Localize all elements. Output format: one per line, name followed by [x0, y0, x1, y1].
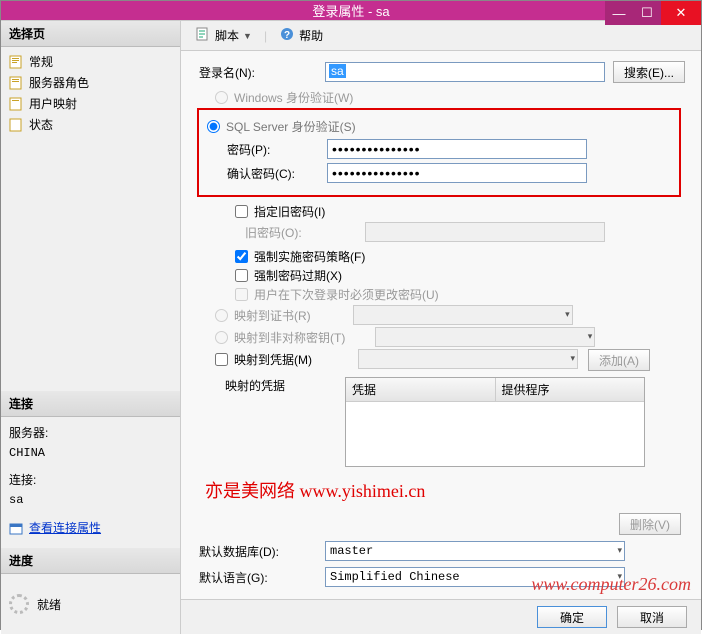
titlebar: 登录属性 - sa — ☐ ✕ [1, 1, 701, 20]
password-label: 密码(P): [207, 141, 327, 158]
help-icon: ? [279, 26, 295, 45]
default-lang-label: 默认语言(G): [195, 569, 325, 586]
cred-select: ▾ [358, 349, 578, 369]
enforce-policy-check[interactable]: 强制实施密码策略(F) [235, 248, 687, 265]
connection-header: 连接 [1, 391, 180, 417]
nav-general[interactable]: 常规 [1, 51, 180, 72]
nav-status[interactable]: 状态 [1, 114, 180, 135]
nav-label: 服务器角色 [29, 74, 89, 91]
login-name-input[interactable]: sa [325, 62, 605, 82]
properties-icon [9, 522, 25, 536]
help-button[interactable]: ?帮助 [273, 24, 329, 47]
confirm-password-label: 确认密码(C): [207, 165, 327, 182]
default-db-select[interactable]: master▾ [325, 541, 625, 561]
nav-label: 常规 [29, 53, 53, 70]
progress-header: 进度 [1, 548, 180, 574]
col-credential: 凭据 [346, 378, 496, 401]
conn-label: 连接: [9, 470, 172, 490]
server-label: 服务器: [9, 423, 172, 443]
script-button[interactable]: 脚本 ▼ [189, 24, 258, 47]
server-value: CHINA [9, 443, 172, 463]
svg-text:?: ? [284, 30, 290, 41]
nav-label: 状态 [29, 116, 53, 133]
old-password-input [365, 222, 605, 242]
old-password-label: 旧密码(O): [195, 224, 365, 241]
conn-value: sa [9, 490, 172, 510]
view-connection-properties-link[interactable]: 查看连接属性 [9, 518, 101, 538]
specify-old-password-check[interactable]: 指定旧密码(I) [235, 203, 687, 220]
sql-auth-radio[interactable]: SQL Server 身份验证(S) [207, 118, 671, 135]
watermark-text: 亦是美网络 www.yishimei.cn [205, 477, 687, 503]
toolbar: 脚本 ▼ | ?帮助 [181, 21, 701, 51]
map-cred-check[interactable]: 映射到凭据(M) [215, 351, 312, 368]
password-input[interactable] [327, 139, 587, 159]
map-cert-radio: 映射到证书(R)▾ [215, 305, 687, 325]
nav-label: 用户映射 [29, 95, 77, 112]
login-properties-dialog: 登录属性 - sa — ☐ ✕ 选择页 常规 服务器角色 用户映射 状态 连接 … [0, 0, 702, 630]
must-change-check: 用户在下次登录时必须更改密码(U) [235, 286, 687, 303]
nav-user-mapping[interactable]: 用户映射 [1, 93, 180, 114]
ok-button[interactable]: 确定 [537, 606, 607, 628]
sidebar: 选择页 常规 服务器角色 用户映射 状态 连接 服务器: CHINA 连接: s… [1, 21, 181, 634]
confirm-password-input[interactable] [327, 163, 587, 183]
cancel-button[interactable]: 取消 [617, 606, 687, 628]
credentials-table: 凭据提供程序 [345, 377, 645, 467]
mapped-creds-label: 映射的凭据 [195, 377, 345, 394]
minimize-button[interactable]: — [605, 1, 633, 25]
asym-select: ▾ [375, 327, 595, 347]
progress-status: 就绪 [37, 596, 61, 613]
progress-spinner-icon [9, 594, 29, 614]
col-provider: 提供程序 [496, 378, 645, 401]
map-asym-radio: 映射到非对称密钥(T)▾ [215, 327, 687, 347]
select-page-header: 选择页 [1, 21, 180, 47]
delete-button: 删除(V) [619, 513, 681, 535]
window-title: 登录属性 - sa [1, 1, 701, 20]
enforce-expire-check[interactable]: 强制密码过期(X) [235, 267, 687, 284]
script-icon [195, 26, 211, 45]
nav-server-roles[interactable]: 服务器角色 [1, 72, 180, 93]
close-button[interactable]: ✕ [661, 1, 701, 25]
cert-select: ▾ [353, 305, 573, 325]
windows-auth-radio: Windows 身份验证(W) [215, 89, 687, 106]
maximize-button[interactable]: ☐ [633, 1, 661, 25]
dropdown-icon: ▼ [243, 31, 252, 41]
search-button[interactable]: 搜索(E)... [613, 61, 685, 83]
main-panel: 脚本 ▼ | ?帮助 登录名(N): sa 搜索(E)... Windows 身… [181, 21, 701, 634]
footer-watermark: www.computer26.com [531, 574, 691, 595]
login-name-label: 登录名(N): [195, 64, 325, 81]
highlight-box: SQL Server 身份验证(S) 密码(P): 确认密码(C): [197, 108, 681, 197]
default-db-label: 默认数据库(D): [195, 543, 325, 560]
add-button: 添加(A) [588, 349, 650, 371]
